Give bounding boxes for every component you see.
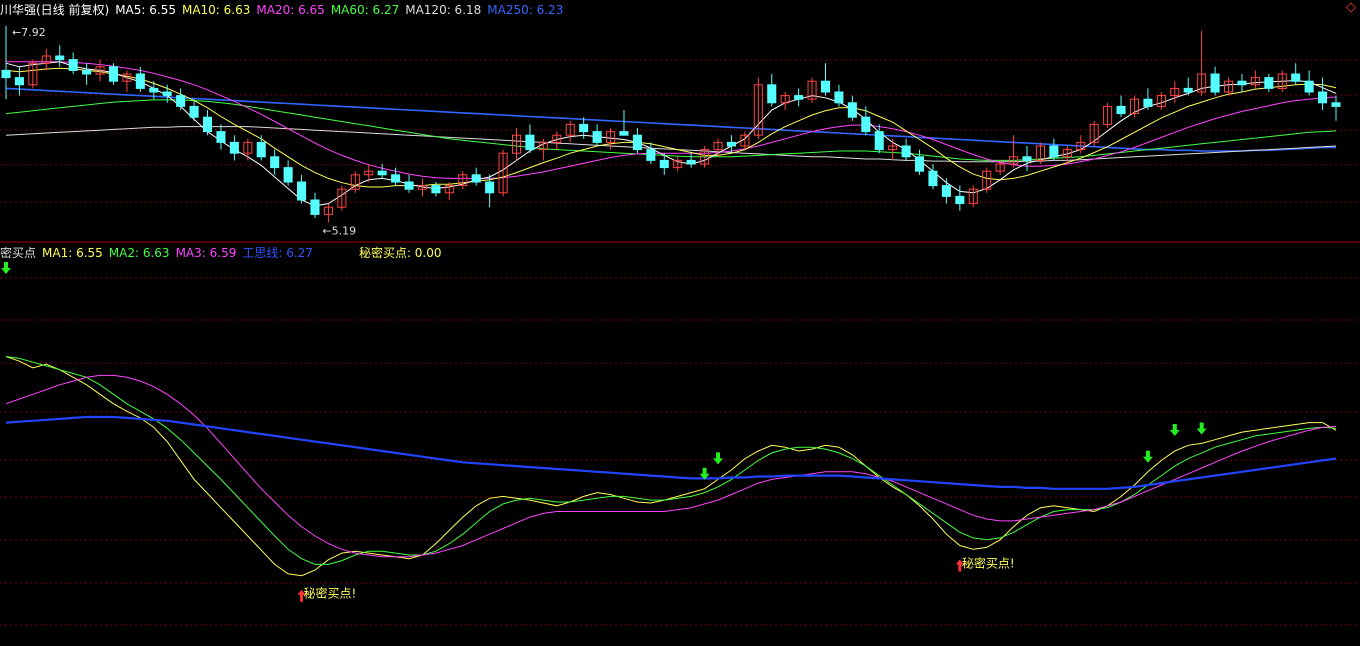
down-arrow-0 [1, 262, 11, 274]
ma250-label: MA250: 6.23 [487, 3, 564, 17]
candle-body-6 [82, 69, 92, 75]
candle-body-48 [646, 149, 656, 161]
stock-chart[interactable]: ←7.92 ←5.19 秘密买点! 秘密买点! [0, 0, 1360, 646]
candle-body-10 [135, 73, 145, 89]
candle-body-85 [1143, 98, 1153, 107]
candle-body-0 [1, 69, 11, 79]
candle-body-11 [149, 87, 159, 93]
candle-body-51 [686, 159, 696, 165]
candle-body-23 [310, 199, 320, 215]
candle-body-28 [377, 170, 387, 176]
candle-body-46 [619, 131, 629, 136]
gongsi-line-label: 工思线: 6.27 [242, 246, 313, 260]
indicator-line-3 [5, 415, 1337, 490]
ma120-label: MA120: 6.18 [405, 3, 482, 17]
candle-body-69 [928, 170, 938, 187]
candle-body-65 [874, 131, 884, 151]
candle-body-39 [525, 134, 535, 151]
ma5-line [5, 61, 1337, 207]
candle-body-12 [162, 91, 172, 97]
candle-body-96 [1291, 73, 1301, 82]
candle-body-49 [659, 159, 669, 169]
candle-body-16 [216, 131, 226, 143]
candle-body-14 [189, 105, 199, 118]
indicator-line-0 [5, 356, 1337, 577]
candle-body-32 [431, 185, 441, 194]
candle-body-4 [55, 55, 65, 61]
candle-body-30 [404, 181, 414, 190]
candle-body-76 [1022, 156, 1032, 161]
candle-body-8 [108, 66, 119, 82]
candle-body-63 [847, 102, 857, 118]
candle-body-15 [202, 116, 213, 133]
candle-body-13 [176, 95, 186, 107]
ma20-label: MA20: 6.65 [256, 3, 325, 17]
candle-body-92 [1237, 80, 1247, 86]
candle-body-68 [915, 156, 925, 172]
candle-body-1 [14, 77, 24, 86]
stock-title: 川华强(日线 前复权) [0, 3, 110, 17]
secret-buy-label: 秘密买点: 0.00 [358, 246, 442, 260]
candle-body-70 [941, 185, 951, 197]
candle-body-71 [955, 195, 965, 205]
ma5-label: MA5: 6.55 [115, 3, 176, 17]
buy-signal-label-1: 秘密买点! [962, 556, 1015, 571]
candle-body-83 [1116, 105, 1126, 115]
down-arrow-4 [1169, 424, 1180, 436]
candle-body-35 [471, 174, 481, 183]
ma3-label: MA3: 6.59 [175, 246, 237, 260]
candle-body-21 [283, 167, 293, 183]
ma10-label: MA10: 6.63 [181, 3, 251, 17]
candle-body-64 [861, 116, 871, 133]
candle-body-22 [297, 181, 307, 201]
candle-body-20 [270, 156, 280, 169]
candle-body-44 [592, 131, 602, 143]
candle-body-67 [901, 145, 911, 158]
indicator-title: 密买点 [0, 246, 37, 260]
ma2-label: MA2: 6.63 [108, 246, 170, 260]
candle-body-78 [1049, 145, 1059, 158]
candle-body-17 [229, 141, 239, 154]
candle-body-94 [1264, 77, 1274, 89]
indicator-line-2 [5, 374, 1337, 558]
candle-body-59 [794, 95, 804, 100]
candle-body-88 [1183, 87, 1193, 93]
buy-signal-label-0: 秘密买点! [304, 586, 357, 601]
main-chart-header: 川华强(日线 前复权) MA5: 6.55 MA10: 6.63 MA20: 6.65… [0, 1, 569, 18]
candle-body-19 [256, 141, 266, 158]
ma1-label: MA1: 6.55 [42, 246, 103, 260]
diamond-icon[interactable]: ◇ [1346, 0, 1356, 15]
candle-body-36 [485, 181, 495, 194]
candle-body-97 [1304, 80, 1314, 93]
candle-body-90 [1210, 73, 1220, 93]
candle-body-29 [391, 174, 401, 183]
candle-body-57 [767, 84, 777, 104]
candle-body-62 [834, 91, 844, 104]
indicator-header: 密买点 MA1: 6.55 MA2: 6.63 MA3: 6.59 工思线: 6.27 秘… [0, 244, 448, 261]
ma60-label: MA60: 6.27 [330, 3, 400, 17]
candle-body-98 [1318, 91, 1328, 104]
candle-body-5 [68, 59, 78, 71]
down-arrow-3 [1142, 450, 1153, 463]
candle-body-54 [726, 141, 736, 147]
low-price-label: ←5.19 [322, 224, 356, 237]
down-arrow-5 [1196, 422, 1207, 435]
candle-body-43 [579, 123, 589, 133]
candle-body-61 [820, 80, 831, 93]
candle-body-99 [1331, 102, 1341, 107]
down-arrow-2 [713, 452, 724, 465]
high-price-label: ←7.92 [12, 26, 46, 39]
candle-body-47 [632, 134, 642, 151]
